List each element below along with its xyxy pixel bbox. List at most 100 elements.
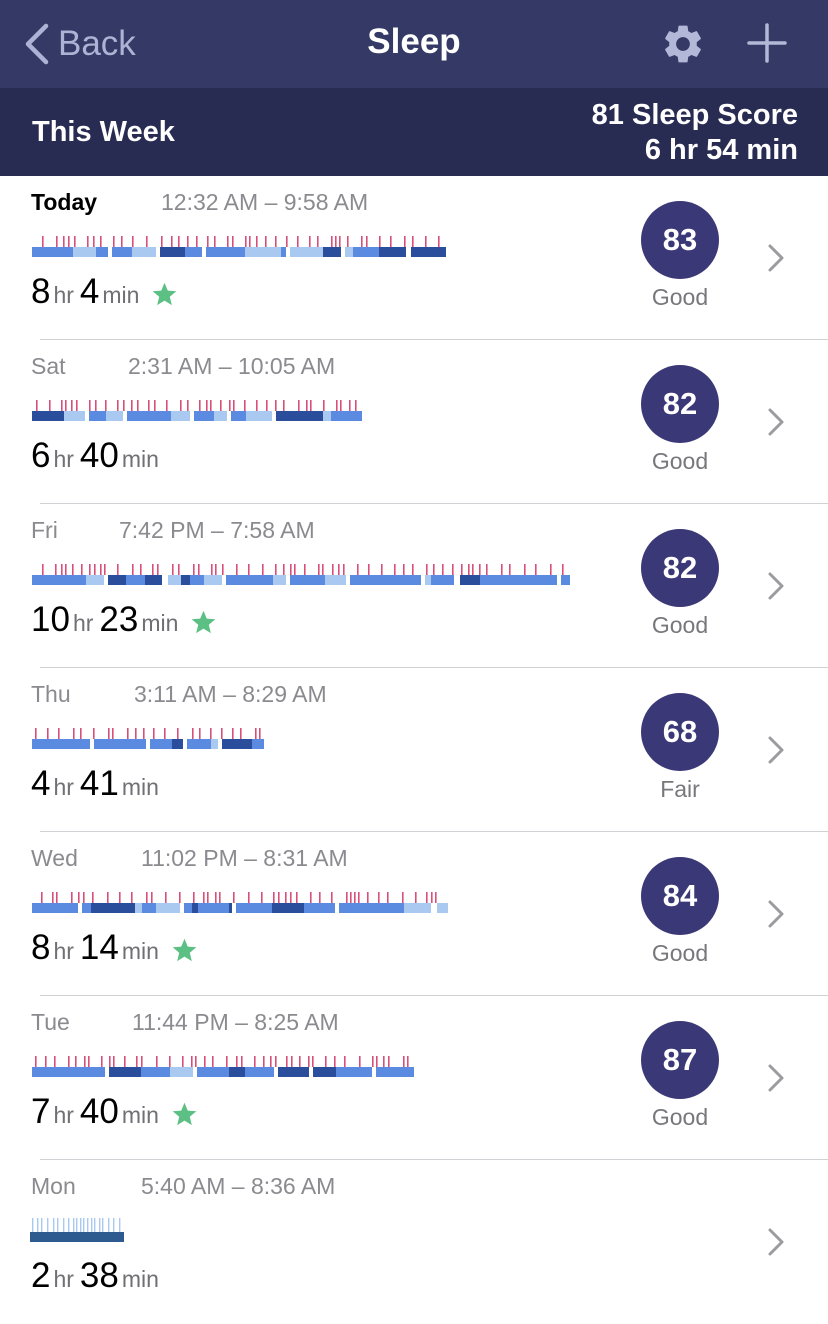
awake-tick xyxy=(193,564,195,575)
awake-tick xyxy=(140,564,142,575)
hours-unit: hr xyxy=(72,610,94,636)
awake-tick xyxy=(256,400,258,411)
hours-unit: hr xyxy=(53,1102,74,1128)
awake-tick xyxy=(56,236,58,247)
sleep-score-rating: Fair xyxy=(660,776,700,802)
back-button[interactable]: Back xyxy=(24,20,136,68)
stage-segment xyxy=(325,575,346,585)
stage-segment xyxy=(197,1067,221,1077)
stage-segment xyxy=(407,1067,414,1077)
awake-tick xyxy=(275,564,277,575)
stage-segment xyxy=(127,411,143,421)
stage-segment xyxy=(172,739,183,749)
duration-minutes: 38 xyxy=(79,1256,119,1295)
awake-tick xyxy=(146,236,148,247)
awake-tick xyxy=(152,564,154,575)
gear-icon[interactable] xyxy=(660,21,706,67)
awake-tick xyxy=(161,236,163,247)
awake-tick xyxy=(141,1056,143,1067)
awake-tick xyxy=(195,1056,197,1067)
awake-tick xyxy=(45,1056,47,1067)
stage-segment xyxy=(480,575,511,585)
restless-tick xyxy=(37,1218,39,1232)
sleep-entry-wed[interactable]: Wed 11:02 PM – 8:31 AM 8 hr 14 min 84 Go… xyxy=(0,832,828,996)
stage-segment xyxy=(142,903,156,913)
awake-tick xyxy=(94,564,96,575)
stage-segment xyxy=(290,247,323,257)
restless-tick xyxy=(87,1218,89,1232)
awake-tick xyxy=(156,1056,158,1067)
awake-tick xyxy=(479,564,481,575)
sleep-score-rating: Good xyxy=(651,284,709,310)
entry-day: Sat xyxy=(31,353,66,379)
stage-segment xyxy=(331,411,362,421)
sleep-entry-fri[interactable]: Fri 7:42 PM – 7:58 AM 10 hr 23 min 82 Go… xyxy=(0,504,828,668)
awake-tick xyxy=(75,1056,77,1067)
plus-icon[interactable] xyxy=(745,21,789,65)
stage-segment xyxy=(323,247,341,257)
awake-tick xyxy=(306,400,308,411)
awake-tick xyxy=(388,1056,390,1067)
chevron-right-icon xyxy=(768,244,784,272)
awake-tick xyxy=(331,892,333,903)
stage-segment xyxy=(32,411,64,421)
sleep-entry-today[interactable]: Today 12:32 AM – 9:58 AM 8 hr 4 min 83 G… xyxy=(0,176,828,340)
awake-tick xyxy=(248,564,250,575)
sleep-score-badge: 84 xyxy=(641,857,719,935)
stage-segment xyxy=(126,575,145,585)
awake-tick xyxy=(148,400,150,411)
awake-tick xyxy=(366,236,368,247)
sleep-stage-timeline xyxy=(32,892,448,913)
awake-tick xyxy=(199,400,201,411)
awake-tick xyxy=(84,1056,86,1067)
sleep-entry-sat[interactable]: Sat 2:31 AM – 10:05 AM 6 hr 40 min 82 Go… xyxy=(0,340,828,504)
awake-tick xyxy=(232,236,234,247)
awake-tick xyxy=(298,400,300,411)
awake-tick xyxy=(76,400,78,411)
awake-tick xyxy=(361,236,363,247)
awake-tick xyxy=(285,892,287,903)
awake-tick xyxy=(266,400,268,411)
stage-segment xyxy=(150,739,163,749)
minutes-unit: min xyxy=(121,1102,159,1128)
awake-tick xyxy=(350,892,352,903)
awake-tick xyxy=(109,1056,111,1067)
stage-segment xyxy=(109,1067,141,1077)
stage-segment xyxy=(252,247,281,257)
awake-tick xyxy=(286,1056,288,1067)
awake-tick xyxy=(117,564,119,575)
sleep-entry-mon[interactable]: Mon 5:40 AM – 8:36 AM 2 hr 38 min xyxy=(0,1160,828,1324)
stage-segment xyxy=(198,903,229,913)
duration-minutes: 41 xyxy=(79,764,119,803)
stage-segment xyxy=(106,411,123,421)
sleep-entry-tue[interactable]: Tue 11:44 PM – 8:25 AM 7 hr 40 min 87 Go… xyxy=(0,996,828,1160)
awake-tick xyxy=(248,892,250,903)
stage-segment xyxy=(204,575,222,585)
awake-tick xyxy=(153,728,155,739)
duration-hours: 2 xyxy=(31,1256,51,1295)
awake-tick xyxy=(171,236,173,247)
awake-tick xyxy=(524,564,526,575)
awake-tick xyxy=(275,1056,277,1067)
sleep-entry-thu[interactable]: Thu 3:11 AM – 8:29 AM 4 hr 41 min 68 Fai… xyxy=(0,668,828,832)
entry-duration: 10 hr 23 min xyxy=(31,600,217,644)
awake-tick xyxy=(256,236,258,247)
awake-tick xyxy=(210,400,212,411)
awake-tick xyxy=(233,400,235,411)
awake-tick xyxy=(296,892,298,903)
awake-tick xyxy=(415,892,417,903)
awake-tick xyxy=(222,564,224,575)
stage-segment xyxy=(386,903,396,913)
entry-day: Fri xyxy=(31,517,58,543)
awake-tick xyxy=(332,564,334,575)
sleep-score-rating: Good xyxy=(651,1104,709,1130)
awake-tick xyxy=(117,400,119,411)
awake-tick xyxy=(261,892,263,903)
awake-tick xyxy=(340,400,342,411)
awake-tick xyxy=(169,1056,171,1067)
stage-segment xyxy=(345,247,353,257)
back-label: Back xyxy=(58,24,136,63)
restless-tick xyxy=(32,1218,34,1232)
chevron-right-icon xyxy=(768,900,784,928)
awake-tick xyxy=(87,236,89,247)
